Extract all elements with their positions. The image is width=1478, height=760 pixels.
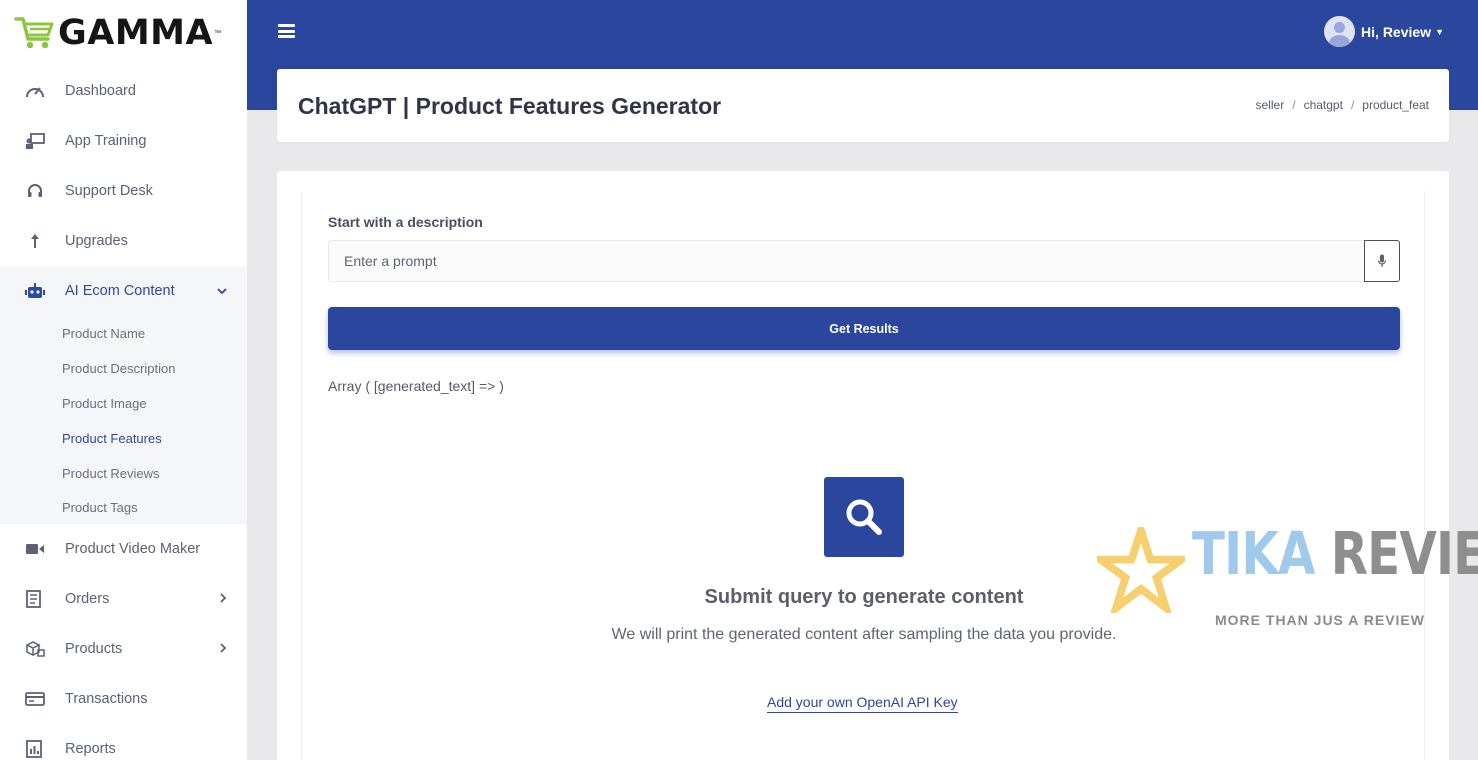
get-results-button[interactable]: Get Results bbox=[328, 307, 1400, 350]
breadcrumb-item[interactable]: chatgpt bbox=[1304, 98, 1343, 112]
empty-state-description: We will print the generated content afte… bbox=[611, 626, 1117, 643]
sidebar-item-label: Upgrades bbox=[65, 233, 128, 249]
breadcrumb: seller / chatgpt / product_feat bbox=[1256, 98, 1429, 112]
sidebar-subitem-product-name[interactable]: Product Name bbox=[0, 316, 247, 351]
sidebar-item-label: Dashboard bbox=[65, 83, 136, 99]
sidebar: GAMMA ™ Dashboard App Training Support De… bbox=[0, 0, 247, 760]
empty-state-title: Submit query to generate content bbox=[704, 586, 1024, 608]
credit-card-icon bbox=[24, 689, 46, 709]
sidebar-item-label: Support Desk bbox=[65, 183, 153, 199]
breadcrumb-separator: / bbox=[1292, 98, 1296, 112]
microphone-icon bbox=[1377, 254, 1387, 267]
boxes-icon bbox=[24, 639, 46, 659]
generator-card: Start with a description Get Results Arr… bbox=[277, 171, 1449, 760]
watermark-tagline: MORE THAN JUS A REVIEW bbox=[1215, 612, 1425, 628]
chevron-right-icon bbox=[220, 642, 227, 656]
sidebar-item-label: Products bbox=[65, 641, 123, 657]
arrow-up-icon bbox=[24, 231, 46, 251]
trademark-symbol: ™ bbox=[214, 29, 222, 37]
microphone-button[interactable] bbox=[1364, 240, 1400, 282]
brand-logo[interactable]: GAMMA ™ bbox=[0, 0, 247, 66]
sidebar-item-orders[interactable]: Orders bbox=[0, 574, 247, 624]
hamburger-icon[interactable] bbox=[278, 24, 295, 38]
orders-icon bbox=[24, 589, 46, 609]
sidebar-item-label: Orders bbox=[65, 591, 110, 607]
sidebar-subitem-product-tags[interactable]: Product Tags bbox=[0, 491, 247, 524]
sidebar-subitem-product-description[interactable]: Product Description bbox=[0, 351, 247, 386]
sidebar-item-transactions[interactable]: Transactions bbox=[0, 674, 247, 724]
brand-name: GAMMA bbox=[58, 13, 214, 53]
caret-down-icon: ▼ bbox=[1435, 26, 1444, 37]
user-greeting: Hi, Review bbox=[1361, 23, 1432, 40]
add-api-key-link[interactable]: Add your own OpenAI API Key bbox=[767, 694, 958, 713]
sidebar-subitem-product-features[interactable]: Product Features bbox=[0, 421, 247, 456]
headset-icon bbox=[24, 181, 46, 201]
sidebar-item-label: App Training bbox=[65, 133, 147, 149]
ai-ecom-content-group: AI Ecom Content Product Name Product Des… bbox=[0, 266, 247, 524]
sidebar-item-label: AI Ecom Content bbox=[65, 283, 175, 299]
shopping-cart-icon bbox=[14, 17, 54, 49]
prompt-input[interactable] bbox=[328, 240, 1365, 282]
video-camera-icon bbox=[24, 539, 46, 559]
breadcrumb-separator: / bbox=[1350, 98, 1355, 112]
breadcrumb-item-current: product_feat bbox=[1362, 98, 1429, 112]
avatar bbox=[1324, 16, 1356, 47]
sidebar-item-app-training[interactable]: App Training bbox=[0, 116, 247, 166]
sidebar-item-label: Product Video Maker bbox=[65, 541, 201, 557]
breadcrumb-item[interactable]: seller bbox=[1256, 98, 1285, 112]
chevron-down-icon bbox=[217, 284, 227, 298]
page-title: ChatGPT | Product Features Generator bbox=[298, 93, 722, 119]
search-icon bbox=[824, 477, 904, 557]
generator-form-area: Start with a description Get Results Arr… bbox=[301, 191, 1425, 760]
training-icon bbox=[24, 131, 46, 151]
report-icon bbox=[24, 739, 46, 759]
chevron-right-icon bbox=[220, 592, 227, 606]
sidebar-item-reports[interactable]: Reports bbox=[0, 724, 247, 760]
sidebar-item-label: Transactions bbox=[65, 691, 148, 707]
user-menu[interactable]: Hi, Review ▼ bbox=[1324, 16, 1444, 47]
sidebar-item-products[interactable]: Products bbox=[0, 624, 247, 674]
sidebar-item-support-desk[interactable]: Support Desk bbox=[0, 166, 247, 216]
sidebar-item-label: Reports bbox=[65, 741, 116, 757]
watermark-title: TIKA REVIEW bbox=[1192, 519, 1478, 588]
sidebar-item-upgrades[interactable]: Upgrades bbox=[0, 216, 247, 266]
sidebar-subitem-product-image[interactable]: Product Image bbox=[0, 386, 247, 421]
page-header-card: ChatGPT | Product Features Generator sel… bbox=[277, 69, 1449, 142]
prompt-label: Start with a description bbox=[328, 214, 483, 230]
sidebar-item-product-video-maker[interactable]: Product Video Maker bbox=[0, 524, 247, 574]
robot-icon bbox=[24, 281, 46, 301]
star-icon bbox=[1097, 527, 1185, 613]
sidebar-item-dashboard[interactable]: Dashboard bbox=[0, 66, 247, 116]
sidebar-subitem-product-reviews[interactable]: Product Reviews bbox=[0, 456, 247, 491]
raw-output-text: Array ( [generated_text] => ) bbox=[328, 378, 504, 394]
sidebar-item-ai-ecom-content[interactable]: AI Ecom Content bbox=[0, 266, 247, 316]
speedometer-icon bbox=[24, 81, 46, 101]
